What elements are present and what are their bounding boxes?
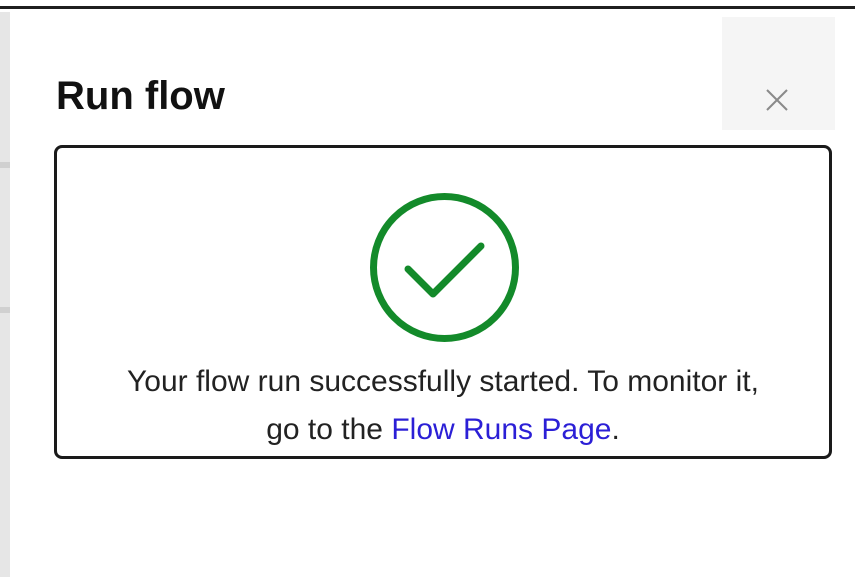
flow-runs-page-link[interactable]: Flow Runs Page bbox=[391, 413, 611, 446]
underlying-page-edge bbox=[0, 12, 10, 577]
status-message-line2: go to the Flow Runs Page. bbox=[57, 406, 829, 454]
window-top-border bbox=[0, 0, 855, 9]
edge-divider bbox=[0, 162, 10, 168]
status-message: Your flow run successfully started. To m… bbox=[57, 358, 829, 454]
status-message-line1: Your flow run successfully started. To m… bbox=[127, 365, 759, 398]
status-message-prefix: go to the bbox=[266, 413, 392, 446]
close-button[interactable] bbox=[722, 17, 835, 130]
checkmark-circle-icon bbox=[370, 193, 519, 342]
edge-divider bbox=[0, 307, 10, 313]
panel-title: Run flow bbox=[56, 74, 225, 118]
close-icon bbox=[766, 89, 788, 111]
status-box: Your flow run successfully started. To m… bbox=[54, 145, 832, 459]
status-message-suffix: . bbox=[611, 413, 620, 446]
page: Run flow Your flow run successfully star… bbox=[0, 0, 855, 577]
run-flow-panel: Run flow Your flow run successfully star… bbox=[10, 12, 855, 577]
